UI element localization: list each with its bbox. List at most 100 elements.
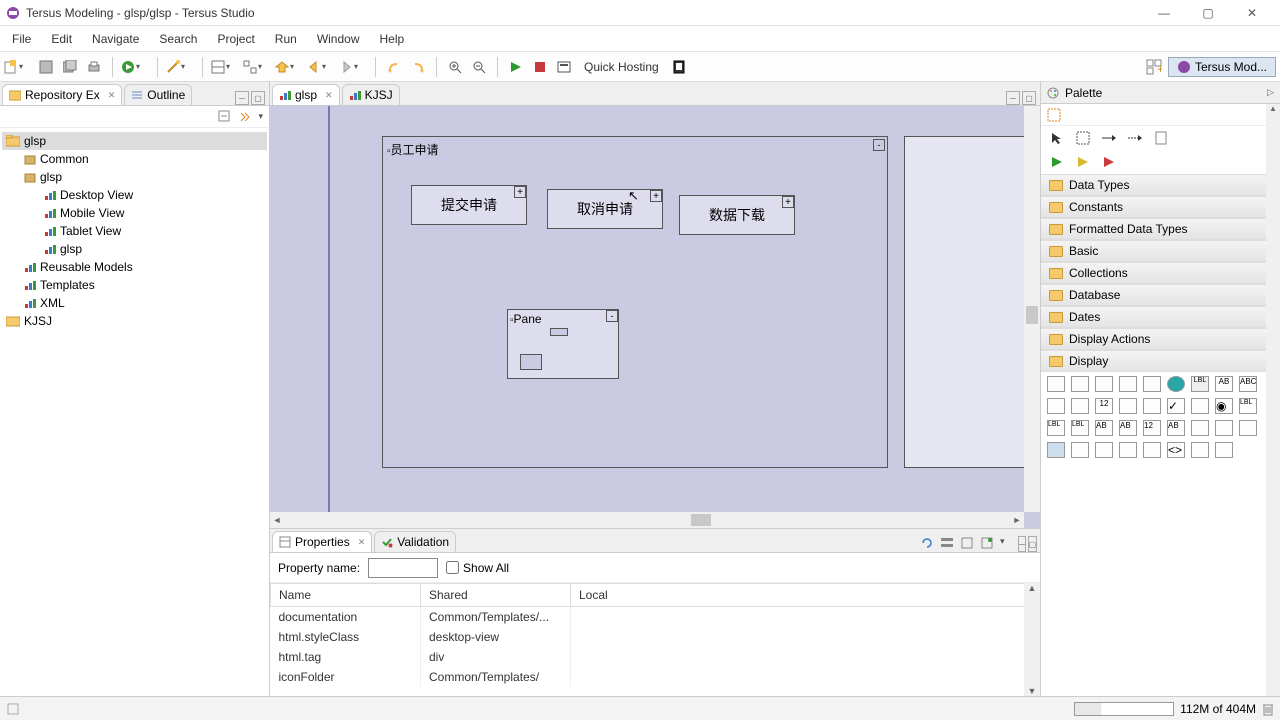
print-icon[interactable] — [84, 57, 104, 77]
scroll-up-icon[interactable]: ▲ — [1024, 583, 1040, 593]
canvas-container-box[interactable]: ▫员工申请 - 提交申请 + 取消申请 + 数据下载 + — [382, 136, 888, 468]
display-widget-icon[interactable] — [1071, 376, 1089, 392]
display-widget-icon[interactable] — [1071, 398, 1089, 414]
menu-file[interactable]: File — [2, 28, 41, 50]
arrow-solid-icon[interactable] — [1101, 130, 1117, 146]
display-widget-icon[interactable] — [1143, 376, 1161, 392]
display-widget-icon[interactable]: ◉ — [1215, 398, 1233, 414]
tree-item[interactable]: Reusable Models — [2, 258, 267, 276]
expand-icon[interactable]: ▷ — [1267, 87, 1274, 98]
undo-icon[interactable] — [384, 57, 404, 77]
open-perspective-icon[interactable]: + — [1144, 57, 1164, 77]
tree-item[interactable]: glsp — [2, 240, 267, 258]
tree-item[interactable]: Tablet View — [2, 222, 267, 240]
collapse-icon[interactable]: - — [606, 310, 618, 322]
table-row[interactable]: iconFolderCommon/Templates/ — [271, 667, 1040, 687]
menu-project[interactable]: Project — [207, 28, 264, 50]
table-row[interactable]: html.tagdiv — [271, 647, 1040, 667]
model-canvas[interactable]: ▫员工申请 - 提交申请 + 取消申请 + 数据下载 + — [270, 106, 1040, 528]
scroll-down-icon[interactable]: ▼ — [1024, 686, 1040, 696]
marquee-icon[interactable] — [1047, 108, 1061, 122]
view-menu-icon[interactable]: ▾ — [258, 111, 263, 122]
refresh-icon[interactable] — [920, 536, 936, 552]
display-widget-icon[interactable] — [1095, 442, 1113, 458]
memory-bar[interactable] — [1074, 702, 1174, 716]
minimize-view-icon[interactable]: ─ — [235, 91, 249, 105]
table-row[interactable]: html.styleClassdesktop-view — [271, 627, 1040, 647]
display-widget-icon[interactable]: 12 — [1143, 420, 1161, 436]
redo-icon[interactable] — [408, 57, 428, 77]
display-widget-icon[interactable] — [1215, 442, 1233, 458]
canvas-button-box[interactable]: 取消申请 + — [547, 189, 663, 229]
canvas-small-element[interactable] — [550, 328, 568, 336]
col-local[interactable]: Local — [571, 584, 1040, 607]
menu-window[interactable]: Window — [307, 28, 370, 50]
scrollbar-thumb[interactable] — [1026, 306, 1038, 324]
play-red-icon[interactable] — [1101, 154, 1117, 170]
back-dropdown[interactable]: ▾ — [307, 60, 335, 74]
menu-help[interactable]: Help — [370, 28, 415, 50]
display-widget-icon[interactable] — [1119, 442, 1137, 458]
device-icon[interactable] — [669, 57, 689, 77]
expand-icon[interactable]: + — [650, 190, 662, 202]
display-widget-icon[interactable]: <> — [1167, 442, 1185, 458]
tree-sibling[interactable]: KJSJ — [2, 312, 267, 330]
tab-outline[interactable]: Outline — [124, 84, 192, 105]
display-widget-icon[interactable] — [1143, 398, 1161, 414]
expand-icon[interactable]: + — [782, 196, 794, 208]
display-widget-icon[interactable]: AB — [1095, 420, 1113, 436]
collapse-all-icon[interactable] — [218, 110, 232, 124]
tab-properties[interactable]: Properties ✕ — [272, 531, 372, 552]
display-widget-icon[interactable]: LBL — [1071, 420, 1089, 436]
canvas-button-box[interactable]: 数据下载 + — [679, 195, 795, 235]
tree-item[interactable]: Templates — [2, 276, 267, 294]
save-all-icon[interactable] — [60, 57, 80, 77]
vertical-scrollbar[interactable]: ▲ ▼ — [1024, 583, 1040, 696]
maximize-view-icon[interactable]: ▢ — [251, 91, 265, 105]
palette-header[interactable]: Palette ▷ — [1041, 82, 1280, 104]
play-green-icon[interactable] — [1049, 154, 1065, 170]
maximize-editor-icon[interactable]: ▢ — [1022, 91, 1036, 105]
palette-category[interactable]: Data Types — [1041, 174, 1280, 196]
display-widget-icon[interactable]: AB — [1215, 376, 1233, 392]
col-shared[interactable]: Shared — [421, 584, 571, 607]
editor-tab-glsp[interactable]: glsp ✕ — [272, 84, 340, 105]
display-widget-icon[interactable]: ✓ — [1167, 398, 1185, 414]
display-widget-icon[interactable] — [1119, 376, 1137, 392]
hosting-icon[interactable] — [554, 57, 574, 77]
properties-table[interactable]: Name Shared Local documentationCommon/Te… — [270, 583, 1040, 696]
scroll-up-icon[interactable]: ▲ — [1266, 104, 1280, 113]
display-widget-icon[interactable] — [1239, 420, 1257, 436]
quick-hosting-label[interactable]: Quick Hosting — [584, 60, 659, 74]
palette-category[interactable]: Display — [1041, 350, 1280, 372]
palette-category[interactable]: Collections — [1041, 262, 1280, 284]
display-widget-icon[interactable]: ABC — [1239, 376, 1257, 392]
minimize-editor-icon[interactable]: ─ — [1006, 91, 1020, 105]
display-widget-icon[interactable]: 12 — [1095, 398, 1113, 414]
play-icon[interactable] — [506, 57, 526, 77]
display-widget-icon[interactable]: AB — [1119, 420, 1137, 436]
palette-category[interactable]: Database — [1041, 284, 1280, 306]
view-menu-icon[interactable]: ▾ — [1000, 536, 1010, 552]
tab-validation[interactable]: Validation — [374, 531, 456, 552]
wand-dropdown[interactable]: ▾ — [166, 60, 194, 74]
display-widget-icon[interactable] — [1119, 398, 1137, 414]
vertical-scrollbar[interactable] — [1024, 106, 1040, 512]
categories-icon[interactable] — [940, 536, 956, 552]
grid2-dropdown[interactable]: ▾ — [243, 60, 271, 74]
scroll-left-icon[interactable]: ◄ — [270, 515, 284, 525]
palette-category[interactable]: Dates — [1041, 306, 1280, 328]
display-widget-icon[interactable] — [1215, 420, 1233, 436]
close-icon[interactable]: ✕ — [108, 90, 116, 101]
canvas-button-box[interactable]: 提交申请 + — [411, 185, 527, 225]
col-name[interactable]: Name — [271, 584, 421, 607]
property-name-input[interactable] — [368, 558, 438, 578]
canvas-side-box[interactable] — [904, 136, 1024, 468]
repository-tree[interactable]: glsp Common glsp Desktop View Mobile Vie… — [0, 128, 269, 696]
close-icon[interactable]: ✕ — [358, 537, 366, 548]
zoom-out-icon[interactable] — [469, 57, 489, 77]
scroll-right-icon[interactable]: ► — [1010, 515, 1024, 525]
arrow-dashed-icon[interactable] — [1127, 130, 1143, 146]
vertical-scrollbar[interactable]: ▲ — [1266, 104, 1280, 696]
tree-root[interactable]: glsp — [2, 132, 267, 150]
